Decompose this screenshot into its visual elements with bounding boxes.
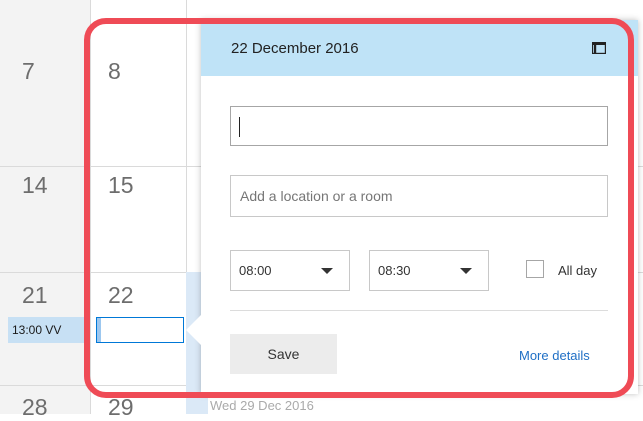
location-input[interactable]: Add a location or a room (230, 175, 608, 217)
popover-header: 22 December 2016 (201, 20, 638, 76)
background-event-text: Wed 29 Dec 2016 (210, 398, 314, 413)
day-number[interactable]: 8 (108, 58, 121, 85)
popout-icon[interactable] (591, 41, 607, 55)
day-number[interactable]: 29 (108, 394, 134, 421)
text-caret (239, 117, 240, 137)
day-number[interactable]: 21 (22, 282, 48, 309)
calendar-event[interactable]: 13:00 VV (8, 317, 90, 343)
chevron-down-icon (321, 268, 333, 274)
grid-line (90, 0, 91, 414)
day-number[interactable]: 14 (22, 172, 48, 199)
quick-event-popover: 22 December 2016 Add a location or a roo… (201, 20, 638, 394)
day-number[interactable]: 15 (108, 172, 134, 199)
day-number[interactable]: 28 (22, 394, 48, 421)
save-button[interactable]: Save (230, 334, 337, 374)
more-details-link[interactable]: More details (519, 348, 590, 363)
chevron-down-icon (460, 268, 472, 274)
end-time-select[interactable]: 08:30 (369, 250, 489, 291)
divider (230, 310, 608, 311)
new-event-slot[interactable] (96, 317, 184, 343)
event-color-bar (97, 318, 101, 342)
start-time-value: 08:00 (239, 263, 272, 278)
all-day-checkbox[interactable] (526, 260, 544, 278)
day-number[interactable]: 22 (108, 282, 134, 309)
all-day-label[interactable]: All day (558, 263, 597, 278)
day-number[interactable]: 7 (22, 58, 35, 85)
end-time-value: 08:30 (378, 263, 411, 278)
start-time-select[interactable]: 08:00 (230, 250, 350, 291)
popover-date: 22 December 2016 (231, 40, 359, 57)
popover-pointer (186, 314, 202, 346)
weekend-column (0, 0, 90, 414)
event-title-input[interactable] (230, 106, 608, 146)
